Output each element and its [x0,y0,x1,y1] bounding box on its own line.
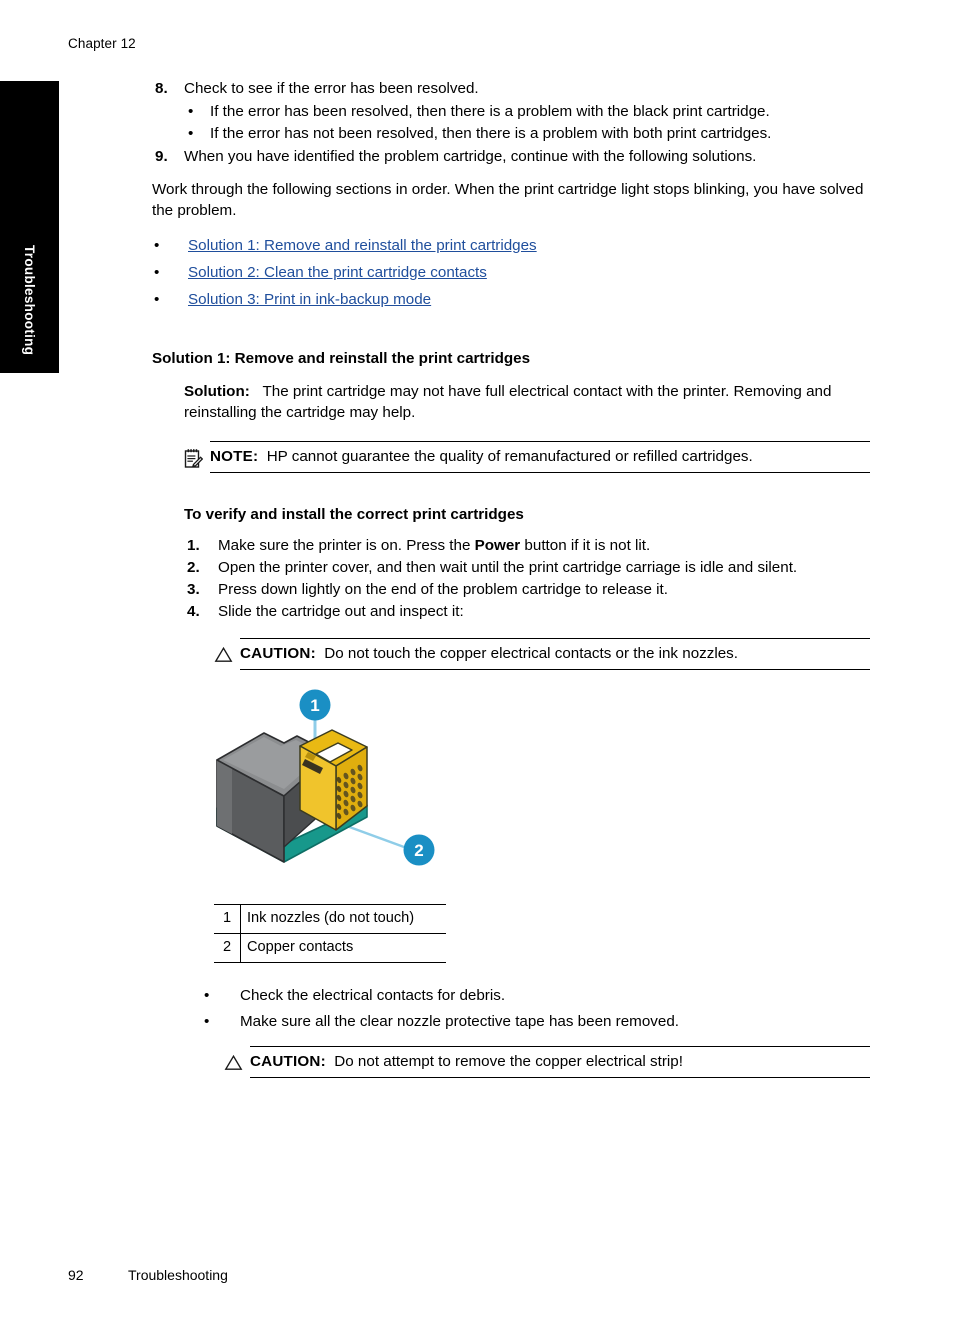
step-text-emphasis: Power [474,537,521,554]
list-item: • Check the electrical contacts for debr… [204,985,870,1006]
caution-body: CAUTION: Do not attempt to remove the co… [250,1046,870,1078]
note-pencil-icon [184,441,210,474]
ordered-step: 3. Press down lightly on the end of the … [184,579,870,600]
caution-triangle-icon [224,1046,250,1077]
step-text: Check to see if the error has been resol… [184,80,479,97]
list-item: • If the error has not been resolved, th… [184,123,870,144]
caution-label: CAUTION: [240,645,316,662]
substep-list: • If the error has been resolved, then t… [184,101,870,144]
link-solution-3[interactable]: Solution 3: Print in ink-backup mode [188,289,431,310]
step-text: Slide the cartridge out and inspect it: [218,603,464,620]
post-figure-bullet-list: • Check the electrical contacts for debr… [204,985,870,1032]
caution-text: Do not touch the copper electrical conta… [324,645,738,662]
list-item: • Solution 1: Remove and reinstall the p… [152,235,870,256]
note-admonition: NOTE: HP cannot guarantee the quality of… [184,441,870,474]
step-number: 4. [187,603,200,620]
step-text: Press down lightly on the end of the pro… [218,581,668,598]
caution-label: CAUTION: [250,1053,326,1070]
bullet-icon: • [204,1013,210,1030]
bullet-text: Make sure all the clear nozzle protectiv… [240,1013,679,1030]
list-item: • Make sure all the clear nozzle protect… [204,1011,870,1032]
legend-description: Copper contacts [240,933,446,963]
solution-link-list: • Solution 1: Remove and reinstall the p… [152,235,870,310]
intro-paragraph: Work through the following sections in o… [152,181,864,219]
link-solution-2[interactable]: Solution 2: Clean the print cartridge co… [188,262,487,283]
step-number: 3. [187,581,200,598]
step-number: 2. [187,559,200,576]
solution-text: The print cartridge may not have full el… [184,383,832,421]
table-row: 1 Ink nozzles (do not touch) [214,904,446,934]
footer-section-title: Troubleshooting [128,1267,228,1283]
ordered-step: 1. Make sure the printer is on. Press th… [184,535,870,556]
ordered-step: 8. Check to see if the error has been re… [152,78,870,99]
list-item: • Solution 2: Clean the print cartridge … [152,262,870,283]
table-row: 2 Copper contacts [214,933,446,963]
svg-text:1: 1 [310,696,319,715]
svg-text:2: 2 [414,841,423,860]
bullet-icon: • [188,103,194,120]
caution-body: CAUTION: Do not touch the copper electri… [240,638,870,670]
link-solution-1[interactable]: Solution 1: Remove and reinstall the pri… [188,235,537,256]
caution-triangle-icon [214,638,240,669]
caution-admonition-1: CAUTION: Do not touch the copper electri… [214,638,870,670]
chapter-label: Chapter 12 [68,36,136,51]
solution-paragraph: Solution: The print cartridge may not ha… [184,381,870,423]
bullet-text: Check the electrical contacts for debris… [240,987,506,1004]
substep-text: If the error has not been resolved, then… [210,125,772,142]
document-page: Chapter 12 Troubleshooting 8. Check to s… [0,0,954,1321]
bullet-icon: • [204,987,210,1004]
bullet-icon: • [154,291,160,308]
step-text-pre: Make sure the printer is on. Press the [218,537,475,554]
legend-description: Ink nozzles (do not touch) [240,904,446,934]
step-number: 1. [187,537,200,554]
step-text-post: button if it is not lit. [520,537,651,554]
ordered-step: 4. Slide the cartridge out and inspect i… [184,601,870,622]
step-text: When you have identified the problem car… [184,148,757,165]
figure-legend-table: 1 Ink nozzles (do not touch) 2 Copper co… [214,904,446,963]
list-item: • If the error has been resolved, then t… [184,101,870,122]
step-number: 9. [155,148,168,165]
step-number: 8. [155,80,168,97]
section-tab-inner: Troubleshooting [0,81,59,373]
note-body: NOTE: HP cannot guarantee the quality of… [210,441,870,473]
caution-admonition-2: CAUTION: Do not attempt to remove the co… [224,1046,870,1078]
note-text: HP cannot guarantee the quality of reman… [266,448,753,465]
bullet-icon: • [188,125,194,142]
print-cartridge-illustration: 1 2 [192,684,612,894]
bullet-icon: • [154,264,160,281]
page-content: 8. Check to see if the error has been re… [152,78,870,1078]
substep-text: If the error has been resolved, then the… [210,103,770,120]
ordered-step: 9. When you have identified the problem … [152,146,870,167]
bullet-icon: • [154,237,160,254]
list-item: • Solution 3: Print in ink-backup mode [152,289,870,310]
page-footer: 92 Troubleshooting [68,1267,228,1283]
procedure-heading: To verify and install the correct print … [184,506,524,523]
legend-number: 1 [214,904,241,934]
section-tab-troubleshooting: Troubleshooting [0,81,59,373]
step-text: Make sure the printer is on. Press the P… [218,535,870,556]
step-text: Open the printer cover, and then wait un… [218,559,798,576]
section-tab-label: Troubleshooting [22,244,37,355]
note-label: NOTE: [210,448,259,465]
legend-number: 2 [214,933,241,963]
procedure-step-list: 1. Make sure the printer is on. Press th… [184,535,870,622]
solution-label: Solution: [184,383,250,400]
caution-text: Do not attempt to remove the copper elec… [334,1053,683,1070]
ordered-step: 2. Open the printer cover, and then wait… [184,557,870,578]
footer-page-number: 92 [68,1267,84,1283]
solution-heading: Solution 1: Remove and reinstall the pri… [152,350,531,367]
